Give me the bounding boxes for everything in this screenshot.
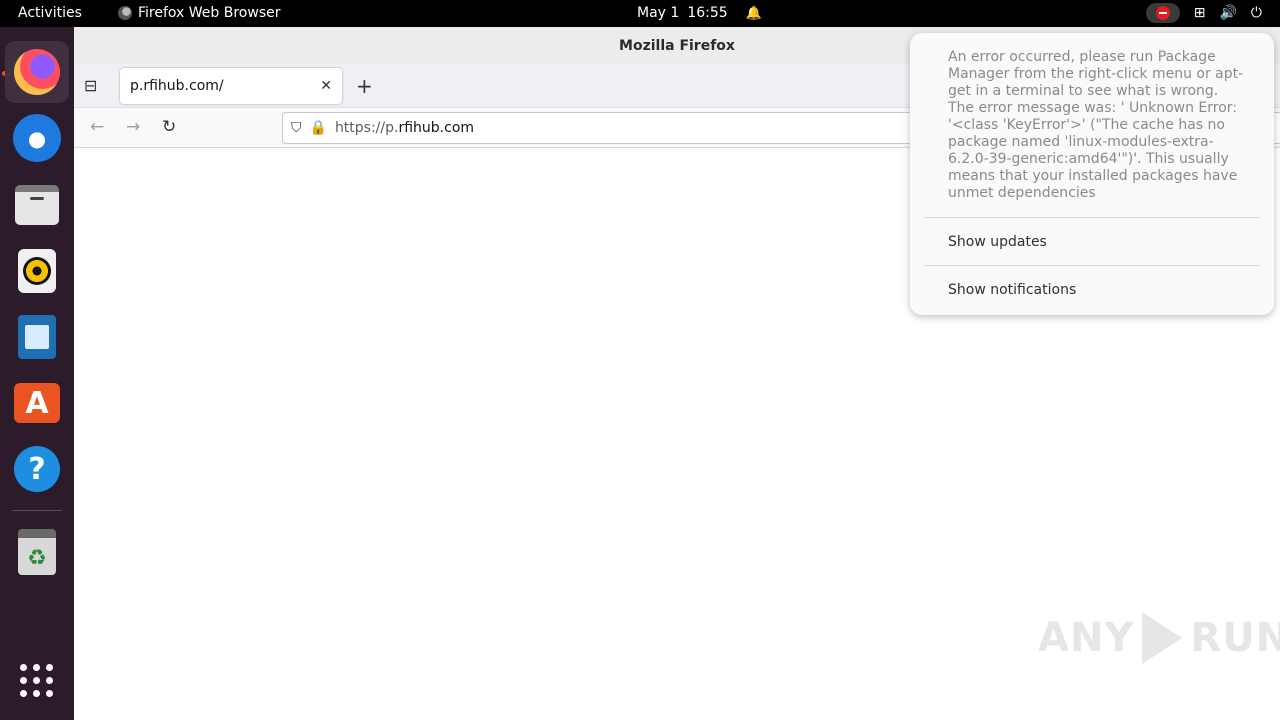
trash-icon: ♻ xyxy=(18,529,56,575)
notification-bell-icon: 🔔 xyxy=(745,5,762,21)
error-message: An error occurred, please run Package Ma… xyxy=(948,49,1244,201)
dock-item-rhythmbox[interactable] xyxy=(5,240,69,302)
app-menu[interactable]: Firefox Web Browser xyxy=(118,5,281,21)
tab-active[interactable]: p.rfihub.com/ ✕ xyxy=(120,68,342,104)
forward-icon[interactable]: → xyxy=(126,117,140,137)
top-bar: Activities Firefox Web Browser May 1 16:… xyxy=(0,0,1280,27)
clock-date: May 1 xyxy=(637,5,680,21)
rhythmbox-icon xyxy=(18,249,56,293)
anyrun-watermark: ANY RUN xyxy=(1038,612,1280,664)
error-icon xyxy=(1155,6,1170,20)
network-icon[interactable]: ⊞ xyxy=(1194,5,1206,21)
app-menu-label: Firefox Web Browser xyxy=(138,5,281,21)
dock-item-help[interactable]: ? xyxy=(5,438,69,500)
lock-icon[interactable]: 🔒 xyxy=(310,120,327,136)
tab-title: p.rfihub.com/ xyxy=(130,78,224,94)
dock-separator xyxy=(12,510,62,511)
power-icon[interactable]: ⏻ xyxy=(1251,5,1262,21)
writer-icon xyxy=(18,315,56,359)
tracking-shield-icon[interactable]: ⛉ xyxy=(291,120,302,136)
firefox-icon xyxy=(118,6,132,20)
play-icon xyxy=(1142,612,1183,664)
activities-button[interactable]: Activities xyxy=(18,5,82,21)
volume-icon[interactable]: 🔊 xyxy=(1219,5,1236,21)
watermark-left: ANY xyxy=(1038,615,1135,661)
update-notification-popup: An error occurred, please run Package Ma… xyxy=(910,33,1274,315)
url-protocol: https://p. xyxy=(334,120,399,136)
clock[interactable]: May 1 16:55 🔔 xyxy=(637,5,762,21)
dock: A ? ♻ xyxy=(0,27,74,720)
dock-item-writer[interactable] xyxy=(5,306,69,368)
update-error-indicator[interactable] xyxy=(1145,3,1180,23)
watermark-right: RUN xyxy=(1190,615,1280,661)
dock-item-files[interactable] xyxy=(5,174,69,236)
firefox-icon xyxy=(14,49,60,95)
files-icon xyxy=(15,185,59,225)
show-updates-item[interactable]: Show updates xyxy=(948,234,1047,250)
system-tray: ⊞ 🔊 ⏻ xyxy=(1145,3,1262,23)
dock-item-firefox[interactable] xyxy=(5,41,69,103)
menu-divider xyxy=(924,265,1260,266)
new-tab-button[interactable]: + xyxy=(356,74,373,98)
list-all-tabs-icon[interactable]: ⊟ xyxy=(84,76,97,95)
dock-item-trash[interactable]: ♻ xyxy=(5,521,69,583)
show-applications-button[interactable] xyxy=(5,650,69,712)
help-icon: ? xyxy=(14,446,60,492)
show-notifications-item[interactable]: Show notifications xyxy=(948,282,1076,298)
clock-time: 16:55 xyxy=(687,5,728,21)
apps-grid-icon xyxy=(20,664,54,698)
dock-item-app-store[interactable]: A xyxy=(5,372,69,434)
url-host: rfihub.com xyxy=(398,120,475,136)
menu-divider xyxy=(924,217,1260,218)
reload-icon[interactable]: ↻ xyxy=(162,117,176,137)
close-tab-icon[interactable]: ✕ xyxy=(320,78,332,94)
app-store-icon: A xyxy=(14,383,60,423)
dock-item-thunderbird[interactable] xyxy=(5,107,69,169)
back-icon[interactable]: ← xyxy=(90,117,104,137)
thunderbird-icon xyxy=(13,114,61,162)
